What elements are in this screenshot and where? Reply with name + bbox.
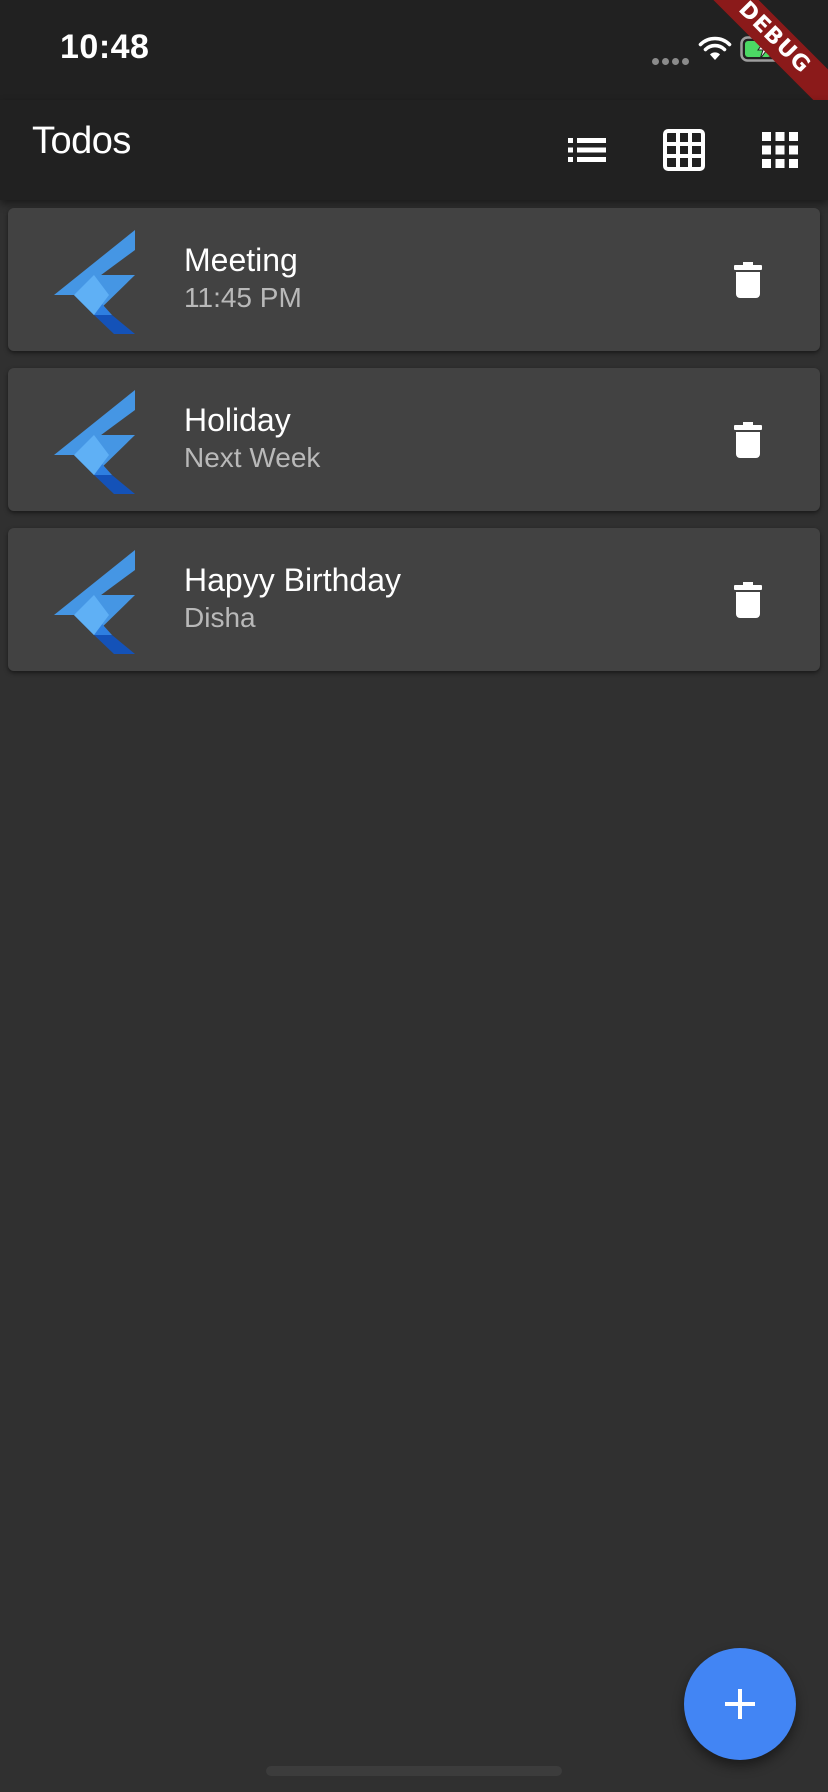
- home-indicator[interactable]: [266, 1766, 562, 1776]
- apps-view-button[interactable]: [752, 122, 808, 178]
- wifi-icon: [698, 36, 732, 67]
- todo-subtitle: Next Week: [184, 442, 321, 473]
- add-todo-button[interactable]: [684, 1648, 796, 1760]
- todo-card[interactable]: Holiday Next Week: [8, 368, 820, 511]
- delete-button[interactable]: [726, 418, 770, 462]
- flutter-logo-icon: [54, 230, 135, 334]
- todo-card[interactable]: Meeting 11:45 PM: [8, 208, 820, 351]
- signal-dots-icon: [652, 52, 692, 70]
- delete-icon: [734, 262, 762, 298]
- delete-icon: [734, 422, 762, 458]
- todo-subtitle: 11:45 PM: [184, 282, 302, 313]
- list-view-icon: [568, 138, 606, 162]
- list-view-button[interactable]: [560, 122, 616, 178]
- flutter-logo-icon: [54, 390, 135, 494]
- delete-button[interactable]: [726, 258, 770, 302]
- todo-title: Hapyy Birthday: [184, 562, 401, 598]
- todo-title: Meeting: [184, 242, 298, 278]
- todo-subtitle: Disha: [184, 602, 256, 633]
- app-bar: Todos: [0, 100, 828, 200]
- status-bar: 10:48 DEBUG: [0, 0, 828, 128]
- apps-view-icon: [762, 132, 798, 168]
- todo-title: Holiday: [184, 402, 291, 438]
- todo-list: Meeting 11:45 PM Holiday Next Week Hapyy…: [8, 208, 820, 688]
- todo-card[interactable]: Hapyy Birthday Disha: [8, 528, 820, 671]
- grid-view-icon: [663, 129, 705, 171]
- delete-icon: [734, 582, 762, 618]
- add-icon: [725, 1689, 755, 1719]
- status-time: 10:48: [60, 28, 150, 66]
- flutter-logo-icon: [54, 550, 135, 654]
- app-title: Todos: [32, 120, 131, 162]
- delete-button[interactable]: [726, 578, 770, 622]
- grid-view-button[interactable]: [656, 122, 712, 178]
